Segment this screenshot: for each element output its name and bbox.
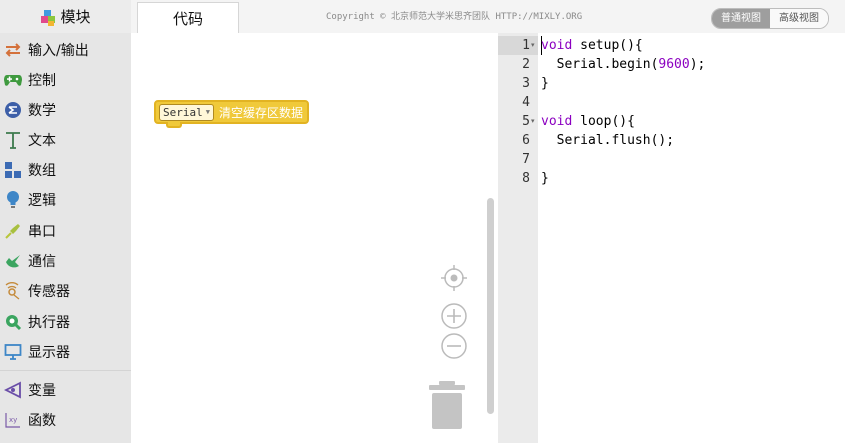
- trash-icon[interactable]: [428, 380, 466, 430]
- serial-dropdown-value: Serial: [163, 105, 203, 119]
- sidebar-item-io[interactable]: 输入/输出: [0, 35, 131, 65]
- line-number: 5: [522, 114, 530, 129]
- tab-code[interactable]: 代码: [137, 2, 239, 33]
- sidebar-item-label: 逻辑: [28, 193, 56, 209]
- code-line[interactable]: }: [541, 169, 549, 188]
- gamepad-icon: [3, 70, 23, 90]
- advanced-view-button[interactable]: 高级视图: [770, 9, 828, 28]
- line-number: 2: [522, 57, 530, 72]
- block-connector: [166, 122, 182, 128]
- sidebar-divider: [0, 370, 131, 371]
- monitor-icon: [3, 342, 23, 362]
- code-line[interactable]: Serial.begin(9600);: [541, 55, 706, 74]
- sidebar-item-label: 控制: [28, 73, 56, 89]
- zoom-out-icon[interactable]: [440, 332, 468, 360]
- sidebar-item-label: 输入/输出: [28, 43, 89, 59]
- communication-icon: [3, 251, 23, 271]
- sidebar-item-label: 数学: [28, 103, 56, 119]
- serial-flush-block[interactable]: Serial ▼ 清空缓存区数据: [154, 100, 309, 128]
- sidebar-item-sensor[interactable]: 传感器: [0, 276, 131, 306]
- sidebar-item-label: 执行器: [28, 315, 70, 331]
- sidebar-item-display[interactable]: 显示器: [0, 337, 131, 367]
- fold-toggle-icon[interactable]: ▾: [531, 112, 535, 131]
- serial-dropdown[interactable]: Serial ▼: [159, 103, 214, 121]
- sidebar-item-variable[interactable]: 变量: [0, 375, 131, 405]
- sidebar-item-text[interactable]: 文本: [0, 125, 131, 155]
- modules-label: 模块: [60, 8, 91, 26]
- text-t-icon: [3, 130, 23, 150]
- svg-text:xy: xy: [9, 416, 17, 424]
- code-keyword: void: [541, 114, 573, 129]
- line-number: 3: [522, 76, 530, 91]
- line-number: 1: [522, 38, 530, 53]
- io-arrows-icon: [3, 40, 23, 60]
- sidebar-item-label: 数组: [28, 163, 56, 179]
- code-text: setup(){: [572, 38, 643, 53]
- function-icon: xy: [3, 410, 23, 430]
- line-number: 8: [522, 171, 530, 186]
- code-text: Serial.flush();: [541, 133, 675, 148]
- sidebar-item-math[interactable]: 数学: [0, 95, 131, 125]
- sidebar-item-label: 函数: [28, 413, 56, 429]
- code-keyword: void: [541, 38, 573, 53]
- fold-toggle-icon[interactable]: ▾: [531, 36, 535, 55]
- workspace-scrollbar[interactable]: [487, 198, 494, 414]
- code-editor[interactable]: 1 ▾ void setup(){2 Serial.begin(9600); 3} 4 5…: [498, 33, 845, 443]
- code-line[interactable]: Serial.flush();: [541, 131, 674, 150]
- puzzle-icon: [40, 9, 56, 26]
- code-text: loop(){: [572, 114, 635, 129]
- sidebar-item-control[interactable]: 控制: [0, 65, 131, 95]
- code-line[interactable]: void loop(){: [541, 112, 635, 131]
- recenter-icon[interactable]: [440, 264, 468, 292]
- dropdown-arrow-icon: ▼: [205, 107, 210, 116]
- lightbulb-icon: [3, 190, 23, 210]
- view-toggle: 普通视图 高级视图: [711, 8, 829, 29]
- array-icon: [3, 160, 23, 180]
- variable-icon: [3, 380, 23, 400]
- serial-plug-icon: [3, 221, 23, 241]
- code-text: }: [541, 171, 549, 186]
- block-label: 清空缓存区数据: [218, 105, 303, 120]
- copyright-text: Copyright © 北京师范大学米思齐团队 HTTP://MIXLY.ORG: [326, 12, 583, 22]
- code-text: Serial.begin(: [541, 57, 659, 72]
- sidebar-item-array[interactable]: 数组: [0, 155, 131, 185]
- code-line[interactable]: }: [541, 74, 549, 93]
- top-bar: 模块 代码 Copyright © 北京师范大学米思齐团队 HTTP://MIX…: [0, 0, 845, 33]
- math-icon: [3, 100, 23, 120]
- sidebar-item-label: 变量: [28, 383, 56, 399]
- code-number: 9600: [658, 57, 690, 72]
- line-number: 7: [522, 152, 530, 167]
- normal-view-button[interactable]: 普通视图: [712, 9, 770, 28]
- sidebar-item-label: 文本: [28, 133, 56, 149]
- modules-header: 模块: [0, 0, 131, 33]
- code-text: }: [541, 76, 549, 91]
- sidebar-item-serial[interactable]: 串口: [0, 216, 131, 246]
- sensor-icon: [3, 281, 23, 301]
- code-text: );: [689, 57, 706, 72]
- sidebar-item-label: 传感器: [28, 284, 70, 300]
- code-line[interactable]: void setup(){: [541, 36, 643, 55]
- sidebar-item-label: 串口: [28, 224, 56, 240]
- sidebar-item-function[interactable]: xy 函数: [0, 405, 131, 435]
- zoom-in-icon[interactable]: [440, 302, 468, 330]
- line-number: 6: [522, 133, 530, 148]
- sidebar-item-logic[interactable]: 逻辑: [0, 185, 131, 215]
- sidebar-item-label: 显示器: [28, 345, 70, 361]
- category-sidebar: 输入/输出 控制 数学 文本 数组 逻辑 串口 通信 传感器 执行器 显示器 变…: [0, 33, 131, 443]
- actuator-icon: [3, 312, 23, 332]
- sidebar-item-communication[interactable]: 通信: [0, 246, 131, 276]
- sidebar-item-actuator[interactable]: 执行器: [0, 307, 131, 337]
- line-number: 4: [522, 95, 530, 110]
- sidebar-item-label: 通信: [28, 254, 56, 270]
